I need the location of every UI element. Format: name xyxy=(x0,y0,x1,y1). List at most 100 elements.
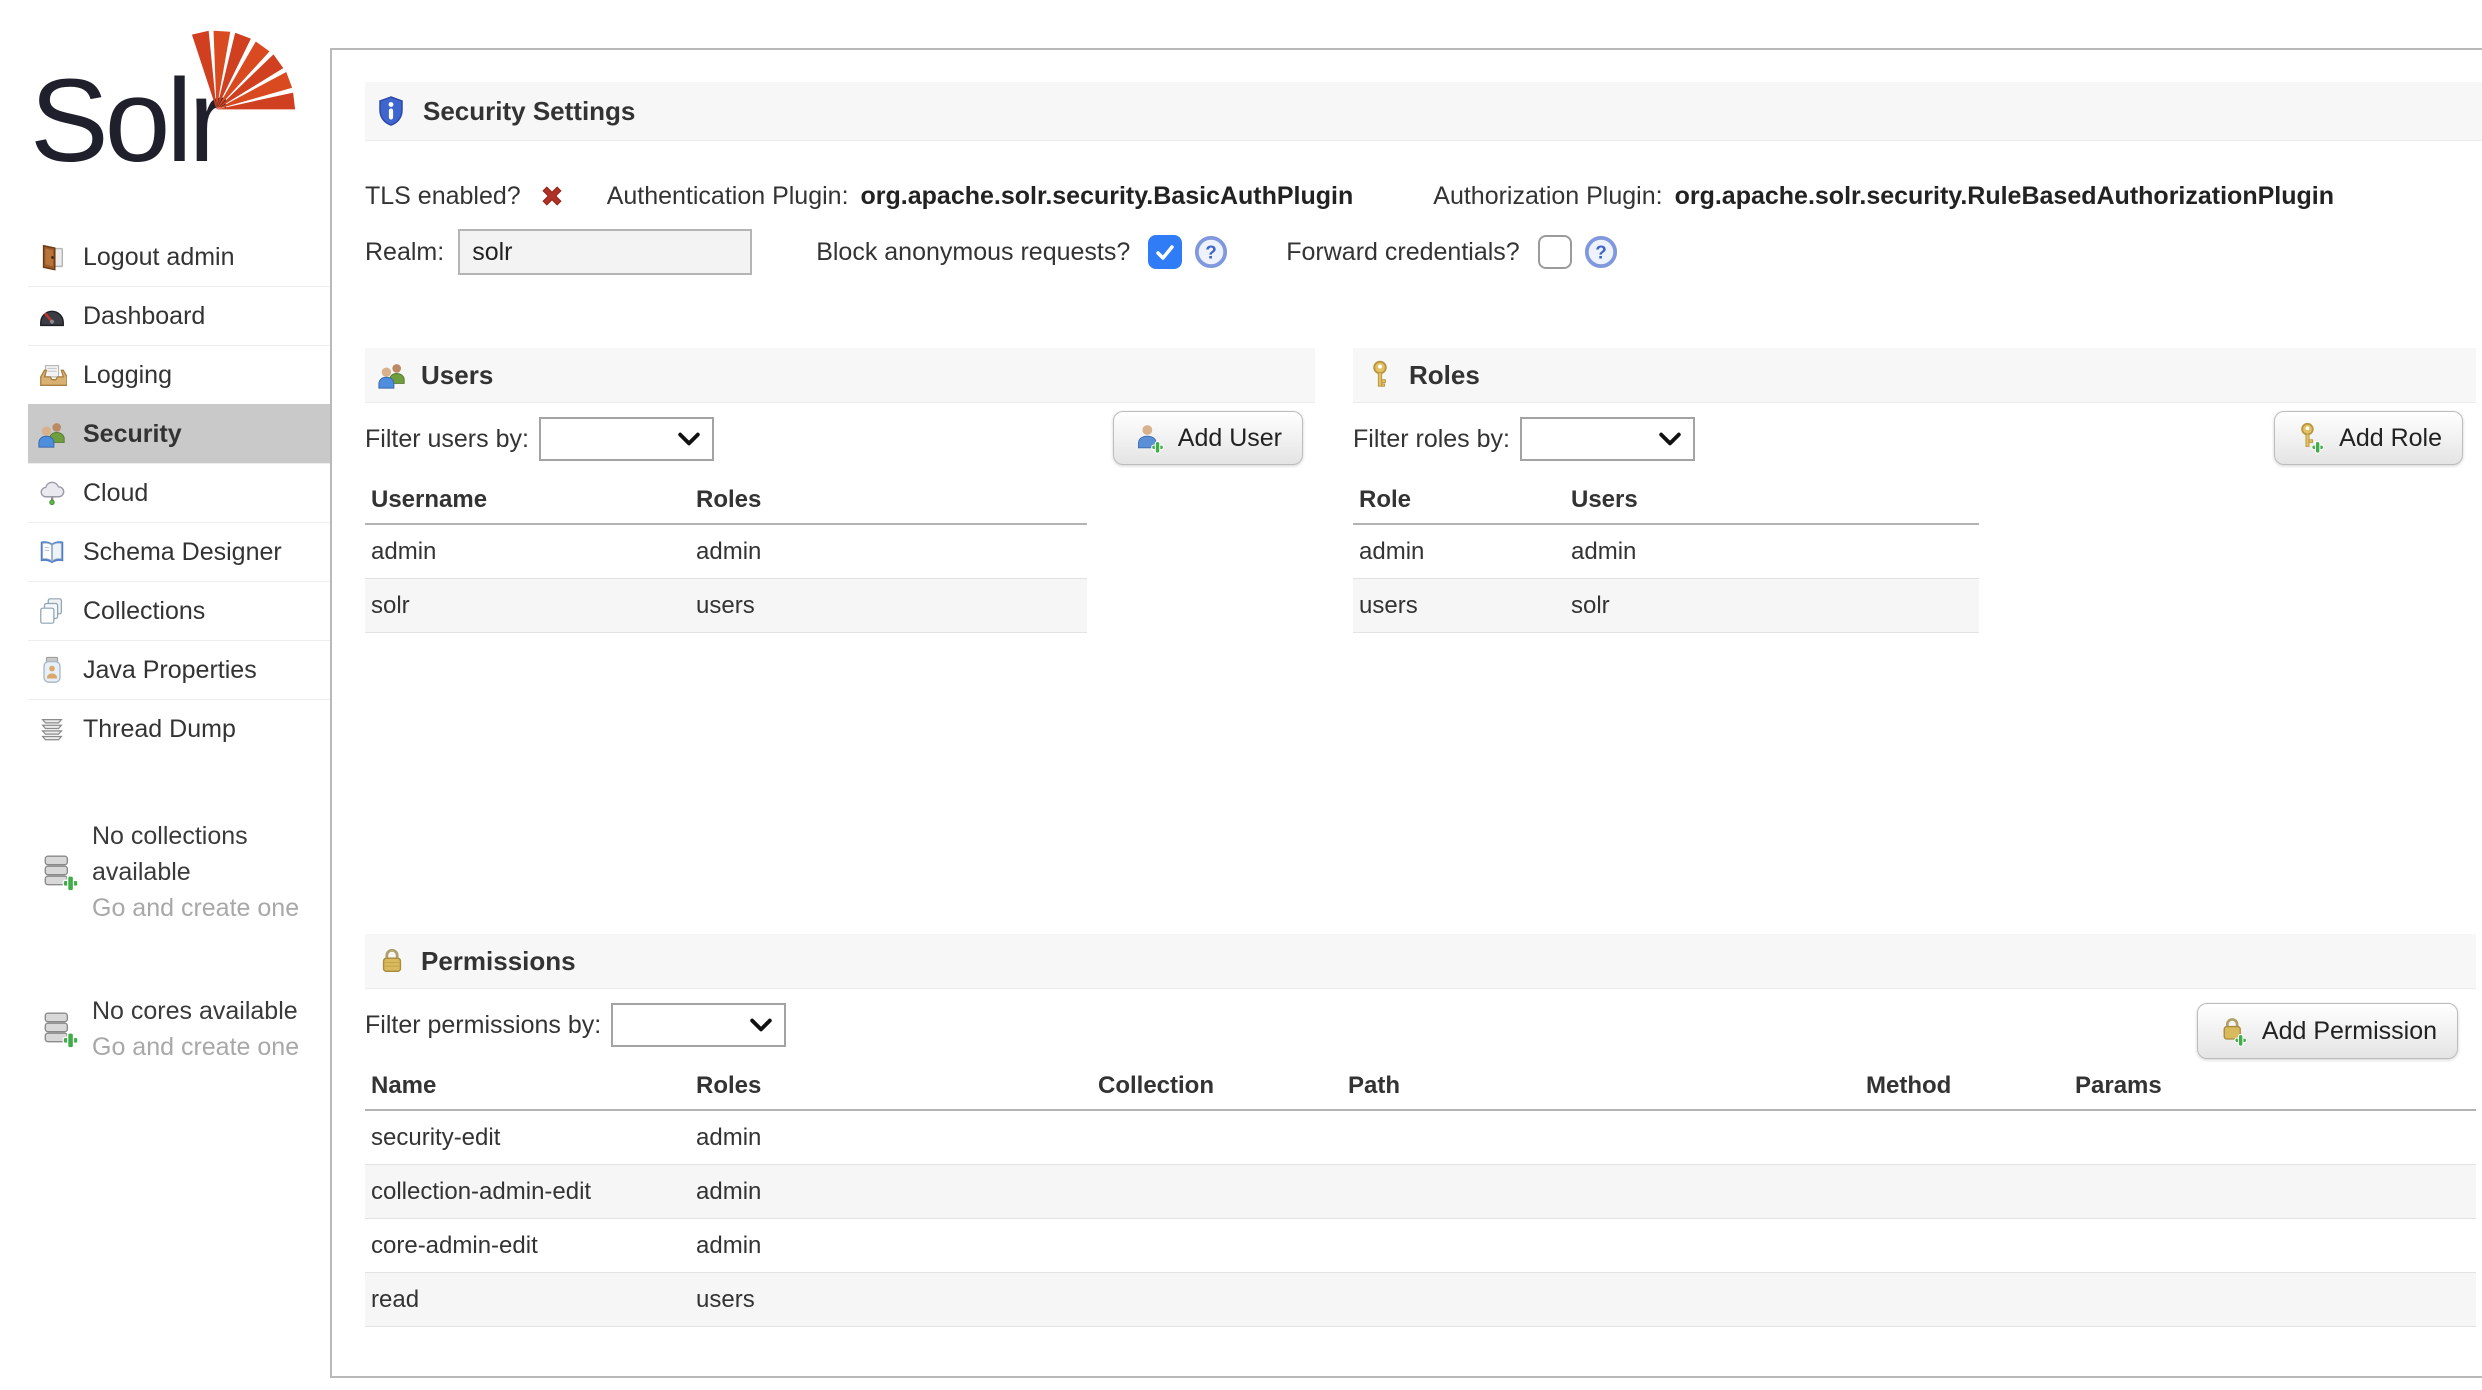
door-icon xyxy=(37,242,67,272)
column-header: Roles xyxy=(690,1072,1092,1100)
check-icon xyxy=(1153,240,1177,264)
block-anonymous-label: Block anonymous requests? xyxy=(816,238,1130,267)
notice-title: No collections available xyxy=(92,818,310,890)
sidebar: Solr Logout admin xyxy=(0,0,330,1390)
filter-roles-select[interactable] xyxy=(1520,417,1695,461)
permissions-table-header: Name Roles Collection Path Method Params xyxy=(365,1063,2476,1111)
thread-stack-icon xyxy=(37,714,67,744)
role-cell: users xyxy=(1353,592,1565,620)
users-table: Username Roles admin admin solr users xyxy=(365,477,1087,633)
users-filter-row: Filter users by: Add User xyxy=(365,411,1315,467)
roles-cell: admin xyxy=(690,1178,1092,1206)
shield-info-icon xyxy=(375,95,407,127)
chevron-down-icon xyxy=(750,1018,772,1032)
add-permission-icon xyxy=(2218,1015,2250,1047)
sidebar-item-schema-designer[interactable]: Schema Designer xyxy=(28,522,330,581)
sidebar-item-cloud[interactable]: Cloud xyxy=(28,463,330,522)
username-cell: admin xyxy=(365,538,690,566)
table-row: security-edit admin xyxy=(365,1111,2476,1165)
solr-logo[interactable]: Solr xyxy=(30,22,330,192)
table-row: users solr xyxy=(1353,579,1979,633)
roles-table-header: Role Users xyxy=(1353,477,1979,525)
table-row: core-admin-edit admin xyxy=(365,1219,2476,1273)
realm-input[interactable] xyxy=(458,229,752,275)
column-header: Username xyxy=(365,486,690,514)
add-user-button-label: Add User xyxy=(1178,424,1282,453)
sidebar-item-label: Dashboard xyxy=(83,302,205,331)
name-cell: security-edit xyxy=(365,1124,690,1152)
table-row: read users xyxy=(365,1273,2476,1327)
svg-text:?: ? xyxy=(1595,243,1607,264)
forward-credentials-label: Forward credentials? xyxy=(1286,238,1519,267)
sidebar-item-java-properties[interactable]: Java Properties xyxy=(28,640,330,699)
chevron-down-icon xyxy=(678,432,700,446)
permissions-table: Name Roles Collection Path Method Params… xyxy=(365,1063,2476,1327)
auth-plugin-label: Authentication Plugin: xyxy=(607,182,849,211)
plugin-info-row: TLS enabled? Authentication Plugin: org.… xyxy=(365,174,2334,218)
sidebar-item-label: Java Properties xyxy=(83,656,257,685)
no-cores-notice: No cores available Go and create one xyxy=(40,993,310,1065)
add-role-icon xyxy=(2295,422,2327,454)
roles-filter-row: Filter roles by: Add Role xyxy=(1353,411,2476,467)
key-icon xyxy=(1365,360,1395,390)
block-anonymous-checkbox[interactable] xyxy=(1148,235,1182,269)
add-core-db-icon xyxy=(40,1009,80,1049)
roles-cell: admin xyxy=(690,1232,1092,1260)
add-role-button[interactable]: Add Role xyxy=(2274,411,2463,465)
column-header: Params xyxy=(2069,1072,2476,1100)
forward-credentials-help-icon[interactable]: ? xyxy=(1584,235,1618,269)
roles-cell: admin xyxy=(690,538,1087,566)
roles-cell: users xyxy=(690,1286,1092,1314)
permissions-panel-header: Permissions xyxy=(365,934,2476,989)
add-permission-button[interactable]: Add Permission xyxy=(2197,1003,2458,1059)
table-row: admin admin xyxy=(365,525,1087,579)
sidebar-nav: Logout admin Dashboard Logging Security xyxy=(28,228,330,758)
column-header: Role xyxy=(1353,486,1565,514)
sidebar-item-dashboard[interactable]: Dashboard xyxy=(28,286,330,345)
column-header: Roles xyxy=(690,486,1087,514)
svg-text:?: ? xyxy=(1205,243,1217,264)
cloud-icon xyxy=(37,478,67,508)
chevron-down-icon xyxy=(1659,432,1681,446)
lock-icon xyxy=(377,946,407,976)
sidebar-item-logout[interactable]: Logout admin xyxy=(28,228,330,286)
sidebar-item-label: Security xyxy=(83,420,182,449)
no-collections-notice: No collections available Go and create o… xyxy=(40,818,310,926)
table-row: solr users xyxy=(365,579,1087,633)
filter-permissions-select[interactable] xyxy=(611,1003,786,1047)
solr-admin-app: Solr Logout admin xyxy=(0,0,2482,1390)
add-permission-button-label: Add Permission xyxy=(2262,1017,2437,1046)
table-row: admin admin xyxy=(1353,525,1979,579)
roles-cell: users xyxy=(690,592,1087,620)
realm-row: Realm: Block anonymous requests? ? Forwa… xyxy=(365,226,1618,278)
filter-users-select[interactable] xyxy=(539,417,714,461)
permissions-filter-row: Filter permissions by: Add Permission xyxy=(365,997,2476,1053)
username-cell: solr xyxy=(365,592,690,620)
users-icon xyxy=(37,419,67,449)
create-collection-link[interactable]: Go and create one xyxy=(92,890,310,926)
sidebar-item-collections[interactable]: Collections xyxy=(28,581,330,640)
add-user-button[interactable]: Add User xyxy=(1113,411,1303,465)
sidebar-item-thread-dump[interactable]: Thread Dump xyxy=(28,699,330,758)
sidebar-item-security[interactable]: Security xyxy=(28,404,330,463)
add-collection-db-icon xyxy=(40,852,80,892)
gauge-icon xyxy=(37,301,67,331)
sidebar-item-logging[interactable]: Logging xyxy=(28,345,330,404)
book-icon xyxy=(37,537,67,567)
users-cell: admin xyxy=(1565,538,1979,566)
name-cell: core-admin-edit xyxy=(365,1232,690,1260)
logging-tray-icon xyxy=(37,360,67,390)
block-anonymous-help-icon[interactable]: ? xyxy=(1194,235,1228,269)
forward-credentials-checkbox[interactable] xyxy=(1538,235,1572,269)
users-table-header: Username Roles xyxy=(365,477,1087,525)
users-panel: Users Filter users by: Add User Username… xyxy=(365,348,1315,633)
column-header: Name xyxy=(365,1072,690,1100)
sidebar-item-label: Schema Designer xyxy=(83,538,282,567)
security-settings-panel: Security Settings TLS enabled? Authentic… xyxy=(330,48,2482,1378)
sidebar-item-label: Logout admin xyxy=(83,243,235,272)
notice-title: No cores available xyxy=(92,993,299,1029)
name-cell: read xyxy=(365,1286,690,1314)
create-core-link[interactable]: Go and create one xyxy=(92,1029,299,1065)
roles-table: Role Users admin admin users solr xyxy=(1353,477,1979,633)
authz-plugin-value: org.apache.solr.security.RuleBasedAuthor… xyxy=(1675,182,2334,211)
